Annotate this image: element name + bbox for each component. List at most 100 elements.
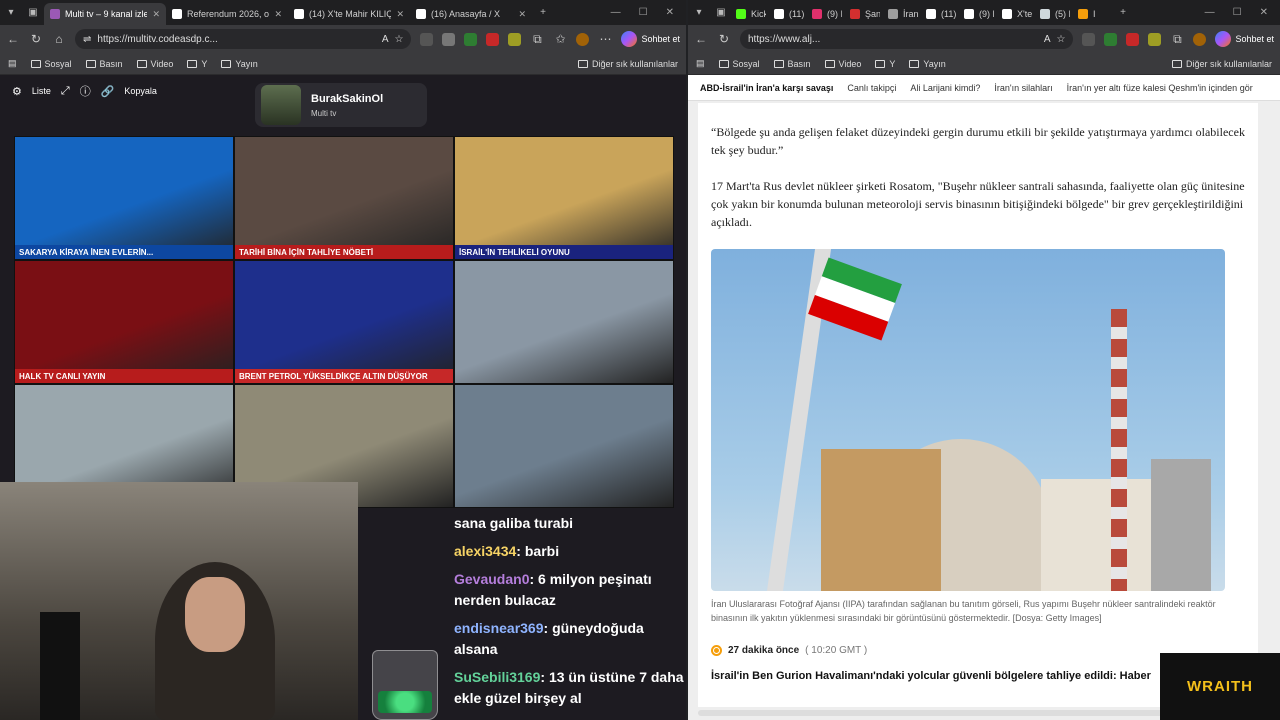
help-icon[interactable]: ⓘ	[80, 83, 91, 99]
bookmark-folder[interactable]: Video	[136, 59, 173, 69]
tab[interactable]: (9) Ir	[808, 3, 846, 25]
tv-tile[interactable]: SAKARYA KİRAYA İNEN EVLERİN...	[14, 136, 234, 260]
refresh-icon[interactable]: ↻	[29, 32, 43, 46]
more-icon[interactable]: ⋯	[598, 32, 612, 46]
extension-icon[interactable]	[420, 32, 434, 46]
workspaces-icon[interactable]: ▣	[710, 0, 732, 25]
tv-tile[interactable]: BRENT PETROL YÜKSELDİKÇE ALTIN DÜŞÜYOR	[234, 260, 454, 384]
favorite-star-icon[interactable]: ☆	[395, 34, 404, 45]
tab-close-icon[interactable]: ✕	[396, 9, 404, 20]
extension-icon[interactable]	[1104, 32, 1118, 46]
maximize-icon[interactable]: ☐	[639, 7, 648, 18]
photo-caption: İran Uluslararası Fotoğraf Ajansı (IIPA)…	[711, 599, 1216, 623]
settings-gear-icon[interactable]: ⚙	[12, 85, 22, 98]
copy-button[interactable]: Kopyala	[124, 86, 157, 96]
favorites-icon[interactable]: ✩	[553, 32, 567, 46]
tab[interactable]: Referendum 2026, oggi ✕	[166, 3, 288, 25]
profile-avatar[interactable]	[576, 32, 590, 46]
copilot-button[interactable]: Sohbet et	[621, 31, 680, 47]
extension-icon[interactable]	[486, 32, 500, 46]
right-address-bar: ← ↻ https://www.alj... A ☆ ⧉ Sohbet et	[688, 25, 1280, 53]
tab[interactable]: (5) In	[1036, 3, 1074, 25]
favorite-star-icon[interactable]: ☆	[1057, 34, 1066, 45]
tab[interactable]: (11)	[770, 3, 808, 25]
close-window-icon[interactable]: ✕	[666, 7, 674, 18]
bookmark-folder[interactable]: Sosyal	[30, 59, 72, 69]
tile-caption: İSRAİL'İN TEHLİKELİ OYUNU	[455, 245, 673, 259]
tab[interactable]: (16) Anasayfa / X ✕	[410, 3, 532, 25]
back-icon[interactable]: ←	[6, 32, 20, 46]
link-icon[interactable]: 🔗	[101, 85, 115, 98]
bookmark-folder[interactable]: Basın	[773, 59, 811, 69]
multitv-page: ⚙ Liste ⤢ ⓘ 🔗 Kopyala BurakSakinOl Multi…	[0, 75, 686, 720]
tab[interactable]: Multi tv – 9 kanal izleniy ✕	[44, 3, 166, 25]
topic-title[interactable]: ABD-İsrail'in İran'a karşı savaşı	[700, 83, 833, 93]
fullscreen-icon[interactable]: ⤢	[61, 85, 70, 98]
bookmark-menu-icon[interactable]: ▤	[696, 58, 705, 69]
bookmark-label: Yayın	[923, 58, 946, 69]
workspaces-icon[interactable]: ▣	[22, 0, 44, 25]
chat-text: barbi	[524, 543, 560, 559]
tab-close-icon[interactable]: ✕	[152, 9, 160, 20]
topic-link[interactable]: İran'ın silahları	[994, 83, 1052, 93]
topic-link[interactable]: İran'ın yer altı füze kalesi Qeshm'in iç…	[1067, 83, 1253, 93]
bookmark-folder[interactable]: Sosyal	[718, 59, 760, 69]
tab[interactable]: Kick	[732, 3, 770, 25]
maximize-icon[interactable]: ☐	[1233, 7, 1242, 18]
tab-close-icon[interactable]: ✕	[274, 9, 282, 20]
tv-tile[interactable]: TARİHİ BİNA İÇİN TAHLİYE NÖBETİ	[234, 136, 454, 260]
new-tab-button[interactable]: +	[532, 0, 554, 25]
split-screen-icon[interactable]: ⧉	[530, 32, 544, 47]
channel-card[interactable]: BurakSakinOl Multi tv	[255, 83, 427, 127]
tab-actions-icon[interactable]: ▾	[688, 0, 710, 25]
bookmark-folder[interactable]: Y	[187, 59, 207, 69]
tab[interactable]: İran	[884, 3, 922, 25]
refresh-icon[interactable]: ↻	[717, 32, 731, 46]
tv-tile[interactable]: HALK TV CANLI YAYIN	[14, 260, 234, 384]
profile-avatar[interactable]	[1193, 32, 1207, 46]
extension-icon[interactable]	[508, 32, 522, 46]
url-field[interactable]: ⇌ https://multitv.codeasdp.c... A ☆	[75, 29, 412, 49]
close-window-icon[interactable]: ✕	[1260, 7, 1268, 18]
tv-tile[interactable]: İSRAİL'İN TEHLİKELİ OYUNU	[454, 136, 674, 260]
url-field[interactable]: https://www.alj... A ☆	[740, 29, 1074, 49]
extension-icon[interactable]	[464, 32, 478, 46]
tab-close-icon[interactable]: ✕	[518, 9, 526, 20]
tab[interactable]: (14) X'te Mahir KILIÇ: "Ö ✕	[288, 3, 410, 25]
copilot-button[interactable]: Sohbet et	[1215, 31, 1274, 47]
topic-link[interactable]: Canlı takipçi	[847, 83, 896, 93]
split-screen-icon[interactable]: ⧉	[1170, 32, 1184, 47]
bookmark-folder[interactable]: Video	[824, 59, 861, 69]
other-favorites-folder[interactable]: Diğer sık kullanılanlar	[577, 59, 678, 69]
bookmark-folder[interactable]: Basın	[85, 59, 123, 69]
other-favorites-folder[interactable]: Diğer sık kullanılanlar	[1171, 59, 1272, 69]
read-aloud-icon[interactable]: A	[1044, 34, 1051, 45]
extension-icon[interactable]	[442, 32, 456, 46]
minimize-icon[interactable]: —	[611, 7, 621, 18]
tab[interactable]: Şanlı	[846, 3, 884, 25]
bookmark-folder[interactable]: Y	[875, 59, 895, 69]
bookmark-folder[interactable]: Yayın	[221, 59, 258, 69]
tip-jar	[372, 650, 438, 720]
list-button[interactable]: Liste	[32, 86, 51, 96]
tab[interactable]: (9) B	[960, 3, 998, 25]
bookmark-folder[interactable]: Yayın	[909, 58, 946, 69]
new-tab-button[interactable]: +	[1112, 0, 1134, 25]
bookmark-menu-icon[interactable]: ▤	[8, 58, 17, 69]
minimize-icon[interactable]: —	[1205, 7, 1215, 18]
tab[interactable]: X'te	[998, 3, 1036, 25]
chat-text: sana galiba turabi	[454, 515, 574, 531]
topic-link[interactable]: Ali Larijani kimdi?	[910, 83, 980, 93]
tab[interactable]: I	[1074, 3, 1112, 25]
chat-overlay: sana galiba turabi alexi3434: barbi Gevaud…	[454, 513, 686, 716]
extension-icon[interactable]	[1082, 32, 1096, 46]
extension-icon[interactable]	[1148, 32, 1162, 46]
home-icon[interactable]: ⌂	[52, 32, 66, 46]
tab[interactable]: (11)	[922, 3, 960, 25]
tv-tile[interactable]	[454, 384, 674, 508]
tab-actions-icon[interactable]: ▾	[0, 0, 22, 25]
extension-icon[interactable]	[1126, 32, 1140, 46]
read-aloud-icon[interactable]: A	[382, 34, 389, 45]
tv-tile[interactable]	[454, 260, 674, 384]
back-icon[interactable]: ←	[694, 32, 708, 46]
